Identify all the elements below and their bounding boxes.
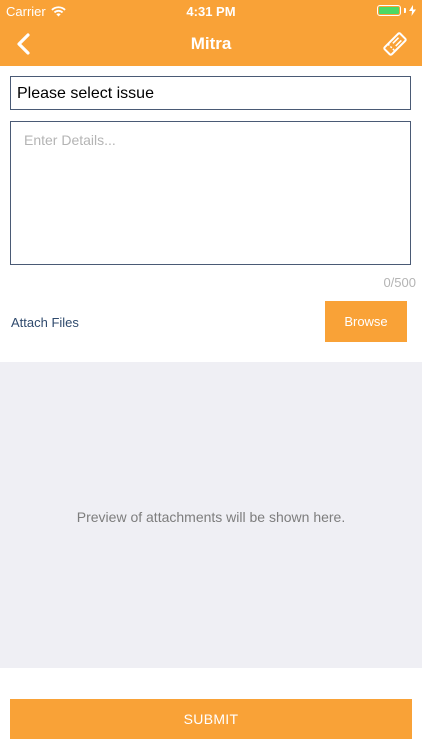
- submit-button[interactable]: SUBMIT: [10, 699, 412, 739]
- attachment-preview-area: Preview of attachments will be shown her…: [0, 362, 422, 668]
- battery-group: [377, 5, 416, 16]
- attach-files-label: Attach Files: [11, 315, 79, 330]
- battery-tip: [404, 8, 406, 13]
- status-bar: Carrier 4:31 PM: [0, 0, 422, 22]
- battery-level: [379, 7, 399, 14]
- navigation-bar: Mitra: [0, 22, 422, 66]
- ticket-icon: [383, 32, 407, 56]
- charging-bolt-icon: [409, 5, 416, 16]
- battery-icon: [377, 5, 401, 16]
- issue-select[interactable]: Please select issue: [10, 76, 411, 110]
- status-time: 4:31 PM: [186, 4, 236, 19]
- ticket-button[interactable]: [380, 29, 410, 59]
- preview-placeholder-text: Preview of attachments will be shown her…: [76, 509, 346, 525]
- details-input[interactable]: [10, 121, 411, 265]
- character-counter: 0/500: [383, 275, 416, 290]
- browse-button[interactable]: Browse: [325, 301, 407, 342]
- page-title: Mitra: [190, 34, 232, 53]
